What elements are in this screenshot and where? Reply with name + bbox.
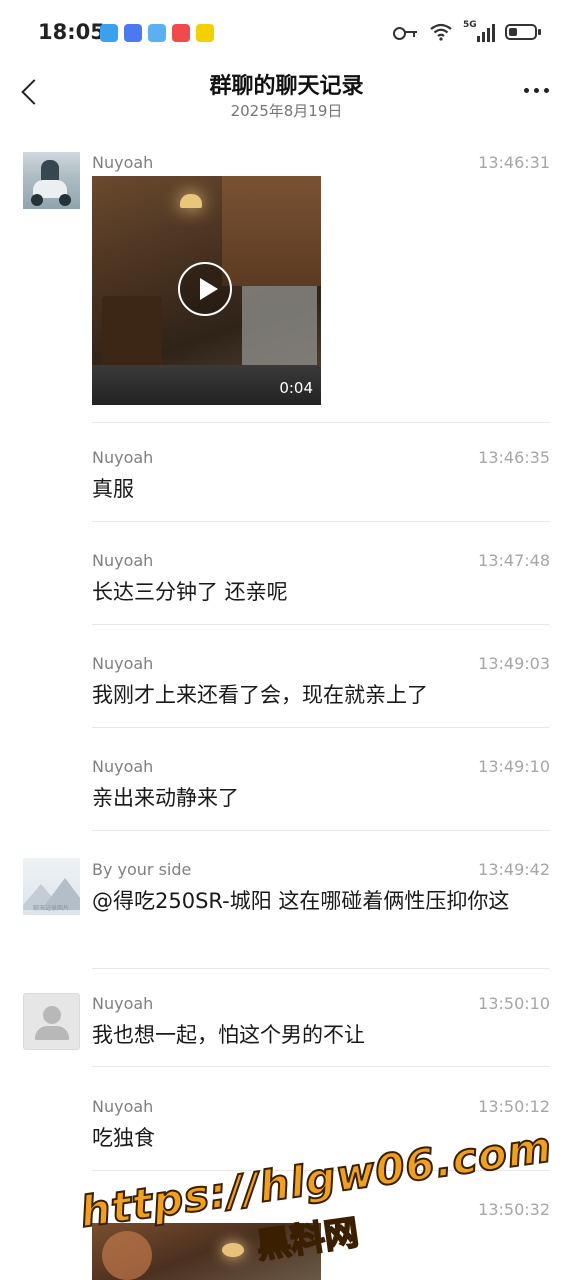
avatar[interactable] xyxy=(23,152,80,209)
play-icon[interactable] xyxy=(178,262,232,316)
message-time: 13:50:10 xyxy=(478,994,550,1013)
message-time: 13:49:03 xyxy=(478,654,550,673)
sender-name: Nuyoah xyxy=(92,1097,154,1116)
chat-history-screen: 18:05 5G 群聊的聊天记录 2025年8月19日 Nuyoah 13:46… xyxy=(0,0,573,1280)
chat-date: 2025年8月19日 xyxy=(230,102,343,120)
message-time: 13:50:12 xyxy=(478,1097,550,1116)
sender-name: Nuyoah xyxy=(92,551,154,570)
avatar[interactable]: 聊天记录图片 xyxy=(23,858,80,915)
status-indicators: 5G xyxy=(393,20,541,42)
message-text[interactable]: 亲出来动静来了 xyxy=(92,780,552,816)
divider xyxy=(92,1066,550,1067)
page-title: 群聊的聊天记录 xyxy=(209,74,364,99)
chat-header: 群聊的聊天记录 2025年8月19日 xyxy=(0,66,573,130)
sender-name: Nuyoah xyxy=(92,994,154,1013)
divider xyxy=(92,727,550,728)
message-time: 13:46:35 xyxy=(478,448,550,467)
message-time: 13:46:31 xyxy=(478,153,550,172)
sender-name: Nuyoah xyxy=(92,448,154,467)
network-type-label: 5G xyxy=(463,20,477,30)
battery-icon xyxy=(505,24,541,40)
message-time: 13:49:42 xyxy=(478,860,550,879)
cellular-signal-icon: 5G xyxy=(463,20,495,42)
message-time: 13:50:32 xyxy=(478,1200,550,1219)
message-text[interactable]: @得吃250SR-城阳 这在哪碰着俩性压抑你这 xyxy=(92,883,552,919)
message-text[interactable]: 我刚才上来还看了会，现在就亲上了 xyxy=(92,677,552,713)
status-time: 18:05 xyxy=(38,20,105,44)
sender-name: Nuyoah xyxy=(92,654,154,673)
video-duration: 0:04 xyxy=(279,379,313,397)
divider xyxy=(92,624,550,625)
divider xyxy=(92,830,550,831)
status-bar: 18:05 5G xyxy=(0,0,573,66)
meituan-app-icon xyxy=(196,24,214,42)
video-app-icon xyxy=(172,24,190,42)
sender-name: Nuyoah xyxy=(92,153,154,172)
video-message[interactable]: 0:04 xyxy=(92,176,321,405)
wifi-icon xyxy=(430,23,452,41)
notification-app-icons xyxy=(100,24,214,42)
video-message[interactable] xyxy=(92,1223,321,1280)
sender-name: Nuyoah xyxy=(92,757,154,776)
reader-app-icon xyxy=(100,24,118,42)
message-text[interactable]: 真服 xyxy=(92,471,552,507)
avatar[interactable] xyxy=(23,993,80,1050)
divider xyxy=(92,968,550,969)
avatar-caption: 聊天记录图片 xyxy=(33,905,70,912)
weather-app-icon xyxy=(148,24,166,42)
message-text[interactable]: 我也想一起，怕这个男的不让 xyxy=(92,1017,552,1053)
divider xyxy=(92,422,550,423)
divider xyxy=(92,1170,550,1171)
divider xyxy=(92,521,550,522)
message-time: 13:47:48 xyxy=(478,551,550,570)
sender-name: By your side xyxy=(92,860,192,879)
message-time: 13:49:10 xyxy=(478,757,550,776)
vpn-key-icon xyxy=(393,25,419,40)
message-text[interactable]: 长达三分钟了 还亲呢 xyxy=(92,574,552,610)
message-text[interactable]: 吃独食 xyxy=(92,1120,552,1156)
notes-app-icon xyxy=(124,24,142,42)
more-options-button[interactable] xyxy=(524,88,549,93)
